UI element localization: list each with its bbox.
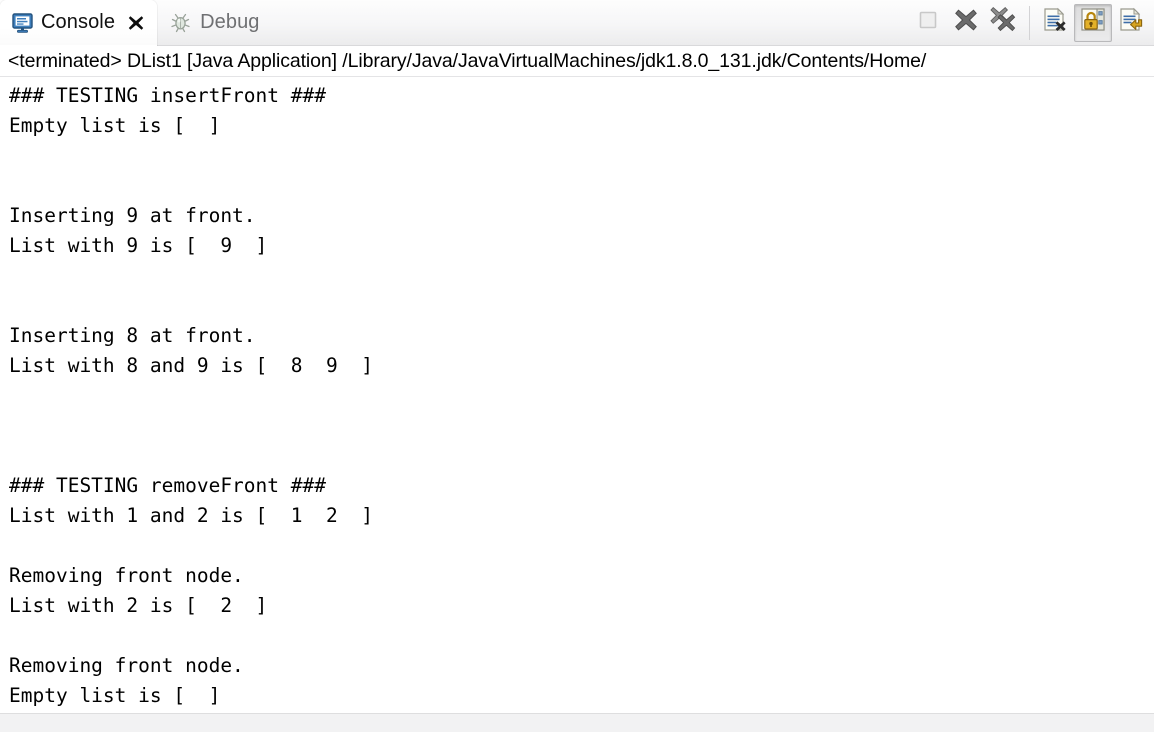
console-line: List with 9 is [ 9 ] bbox=[9, 234, 268, 257]
scroll-lock-padlock-icon bbox=[1079, 6, 1107, 39]
remove-all-xx-icon bbox=[989, 6, 1019, 39]
tab-debug-label: Debug bbox=[200, 11, 260, 33]
bug-icon bbox=[169, 12, 192, 34]
console-monitor-icon bbox=[12, 12, 33, 33]
console-line: ### TESTING removeFront ### bbox=[9, 474, 326, 497]
console-line: Empty list is [ ] bbox=[9, 114, 221, 137]
console-line: Inserting 8 at front. bbox=[9, 324, 256, 347]
console-output-area[interactable]: ### TESTING insertFront ### Empty list i… bbox=[0, 77, 1154, 713]
console-line: Inserting 9 at front. bbox=[9, 204, 256, 227]
console-line: ### TESTING insertFront ### bbox=[9, 84, 326, 107]
terminate-button[interactable] bbox=[909, 4, 947, 42]
remove-all-terminated-button[interactable] bbox=[985, 4, 1023, 42]
launch-status-line: <terminated> DList1 [Java Application] /… bbox=[0, 46, 1154, 77]
remove-x-icon bbox=[953, 7, 979, 38]
console-line: Removing front node. bbox=[9, 654, 244, 677]
tab-console-label: Console bbox=[41, 11, 116, 33]
word-wrap-icon bbox=[1117, 6, 1145, 39]
tab-debug[interactable]: Debug bbox=[157, 0, 269, 45]
tab-list: Console Debug bbox=[0, 0, 270, 46]
stop-square-icon bbox=[917, 9, 939, 36]
view-tab-bar: Console Debug bbox=[0, 0, 1154, 46]
console-toolbar bbox=[909, 0, 1154, 45]
toolbar-separator bbox=[1029, 5, 1030, 40]
console-line: List with 8 and 9 is [ 8 9 ] bbox=[9, 354, 373, 377]
console-line: List with 2 is [ 2 ] bbox=[9, 594, 268, 617]
scroll-lock-button[interactable] bbox=[1074, 3, 1112, 42]
word-wrap-button[interactable] bbox=[1112, 4, 1150, 42]
clear-console-icon bbox=[1041, 6, 1069, 39]
status-bar bbox=[0, 713, 1154, 732]
console-line: Empty list is [ ] bbox=[9, 684, 221, 707]
clear-console-button[interactable] bbox=[1036, 4, 1074, 42]
console-line: Removing front node. bbox=[9, 564, 244, 587]
close-icon[interactable] bbox=[125, 12, 147, 34]
tab-console[interactable]: Console bbox=[0, 0, 158, 46]
eclipse-console-view: Console Debug <terminated> DList1 [Java … bbox=[0, 0, 1154, 732]
remove-launch-button[interactable] bbox=[947, 4, 985, 42]
console-line: List with 1 and 2 is [ 1 2 ] bbox=[9, 504, 373, 527]
